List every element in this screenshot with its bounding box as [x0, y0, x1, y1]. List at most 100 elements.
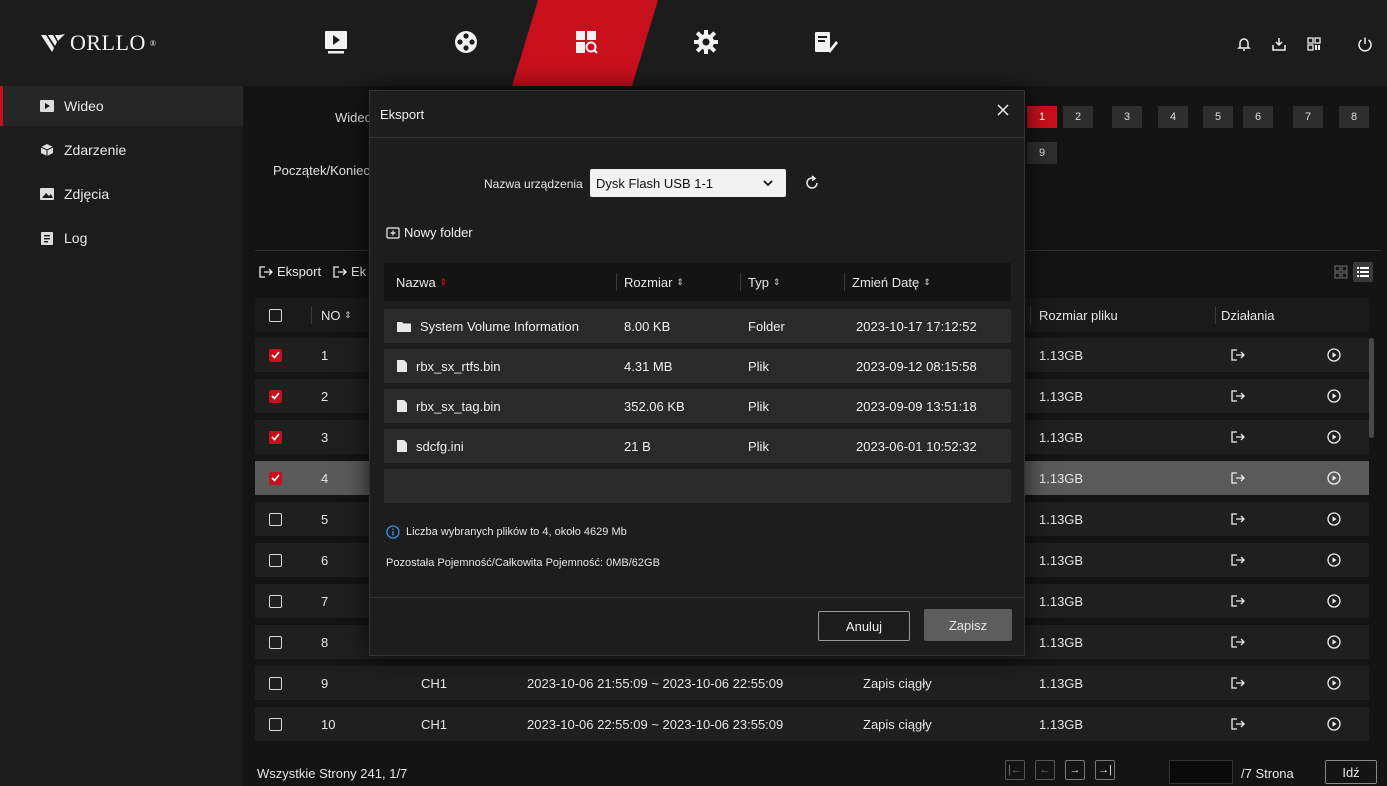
row-export-button[interactable]: [1231, 338, 1245, 372]
row-checkbox[interactable]: [269, 543, 282, 577]
row-checkbox[interactable]: [269, 338, 282, 372]
nav-reel-button[interactable]: [446, 22, 486, 62]
table-row[interactable]: 10 CH1 2023-10-06 22:55:09 ~ 2023-10-06 23…: [255, 707, 1369, 741]
row-play-button[interactable]: [1327, 543, 1341, 577]
play-circle-icon: [1327, 348, 1341, 362]
row-play-button[interactable]: [1327, 338, 1341, 372]
row-checkbox[interactable]: [269, 584, 282, 618]
file-date: 2023-10-17 17:12:52: [856, 318, 977, 334]
refresh-icon[interactable]: [804, 175, 820, 191]
row-export-button[interactable]: [1231, 584, 1245, 618]
row-checkbox[interactable]: [269, 625, 282, 659]
go-page-button[interactable]: Idź: [1325, 760, 1377, 784]
column-date-header[interactable]: Zmień Datę ⇕: [852, 263, 931, 301]
export-dialog: Eksport Nazwa urządzenia Dysk Flash USB …: [369, 90, 1025, 656]
header-no[interactable]: NO ⇕: [321, 298, 352, 332]
file-name-cell: sdcfg.ini: [396, 429, 464, 463]
column-divider: [844, 273, 845, 291]
table-scrollbar[interactable]: [1369, 338, 1374, 438]
row-play-button[interactable]: [1327, 584, 1341, 618]
file-row[interactable]: sdcfg.ini 21 B Plik 2023-06-01 10:52:32: [384, 429, 1011, 463]
row-play-button[interactable]: [1327, 666, 1341, 700]
export-button[interactable]: Eksport: [259, 264, 321, 279]
row-export-button[interactable]: [1231, 502, 1245, 536]
file-name-cell: rbx_sx_rtfs.bin: [396, 349, 501, 383]
save-button[interactable]: Zapisz: [924, 609, 1012, 641]
channel-button-5[interactable]: 5: [1203, 106, 1233, 128]
file-date: 2023-06-01 10:52:32: [856, 438, 977, 454]
nav-playback-button[interactable]: [316, 22, 356, 62]
next-page-button[interactable]: →: [1065, 760, 1085, 780]
new-folder-button[interactable]: Nowy folder: [386, 225, 473, 240]
channel-button-3[interactable]: 3: [1112, 106, 1142, 128]
prev-page-button[interactable]: ←: [1035, 760, 1055, 780]
row-export-button[interactable]: [1231, 379, 1245, 413]
grid-view-button[interactable]: [1331, 262, 1351, 282]
row-play-button[interactable]: [1327, 707, 1341, 741]
device-select[interactable]: Dysk Flash USB 1-1: [590, 169, 786, 197]
sidebar-item-zdarzenie[interactable]: Zdarzenie: [0, 130, 243, 170]
export-icon: [1231, 513, 1245, 525]
brand-name: ORLLO: [70, 30, 146, 55]
row-play-button[interactable]: [1327, 625, 1341, 659]
column-type-header[interactable]: Typ ⇕: [748, 263, 781, 301]
export-all-button[interactable]: Ek: [333, 264, 366, 279]
row-play-button[interactable]: [1327, 379, 1341, 413]
row-play-button[interactable]: [1327, 420, 1341, 454]
row-file-size: 1.13GB: [1039, 716, 1084, 732]
channel-button-2[interactable]: 2: [1063, 106, 1093, 128]
channel-button-1[interactable]: 1: [1027, 106, 1057, 128]
page-number-input[interactable]: [1169, 760, 1233, 784]
sidebar-item-zdjecia[interactable]: Zdjęcia: [0, 174, 243, 214]
select-all-checkbox[interactable]: [269, 298, 282, 332]
channel-button-8[interactable]: 8: [1339, 106, 1369, 128]
row-checkbox[interactable]: [269, 502, 282, 536]
row-checkbox[interactable]: [269, 461, 282, 495]
sidebar-item-log[interactable]: Log: [0, 218, 243, 258]
nav-maintenance-button[interactable]: [806, 22, 846, 62]
file-row[interactable]: System Volume Information 8.00 KB Folder 20…: [384, 309, 1011, 343]
row-checkbox[interactable]: [269, 666, 282, 700]
channel-button-7[interactable]: 7: [1293, 106, 1323, 128]
row-export-button[interactable]: [1231, 707, 1245, 741]
last-page-button[interactable]: →|: [1095, 760, 1115, 780]
column-name-label: Nazwa: [396, 274, 436, 290]
row-export-button[interactable]: [1231, 666, 1245, 700]
close-button[interactable]: [994, 101, 1012, 119]
list-view-button[interactable]: [1353, 262, 1373, 282]
row-checkbox[interactable]: [269, 707, 282, 741]
sidebar-item-wideo[interactable]: Wideo: [0, 86, 243, 126]
table-row[interactable]: 9 CH1 2023-10-06 21:55:09 ~ 2023-10-06 22:…: [255, 666, 1369, 700]
column-size-header[interactable]: Rozmiar ⇕: [624, 263, 684, 301]
channel-button-9[interactable]: 9: [1027, 142, 1057, 164]
checkbox-checked: [269, 430, 282, 444]
layout-button[interactable]: [1303, 33, 1325, 55]
channel-button-6[interactable]: 6: [1243, 106, 1273, 128]
play-circle-icon: [1327, 676, 1341, 690]
file-size: 21 B: [624, 438, 651, 454]
cancel-button[interactable]: Anuluj: [818, 611, 910, 641]
file-row[interactable]: rbx_sx_tag.bin 352.06 KB Plik 2023-09-09 13…: [384, 389, 1011, 423]
channel-button-4[interactable]: 4: [1158, 106, 1188, 128]
row-export-button[interactable]: [1231, 420, 1245, 454]
row-export-button[interactable]: [1231, 461, 1245, 495]
column-name-header[interactable]: Nazwa ⇕: [396, 263, 447, 301]
row-export-button[interactable]: [1231, 625, 1245, 659]
first-page-button[interactable]: |←: [1005, 760, 1025, 780]
row-play-button[interactable]: [1327, 461, 1341, 495]
nav-settings-button[interactable]: [686, 22, 726, 62]
row-file-size: 1.13GB: [1039, 470, 1084, 486]
row-checkbox[interactable]: [269, 420, 282, 454]
selection-info-text: Liczba wybranych plików to 4, około 4629…: [406, 526, 627, 538]
notification-button[interactable]: [1233, 33, 1255, 55]
row-checkbox[interactable]: [269, 379, 282, 413]
file-row[interactable]: rbx_sx_rtfs.bin 4.31 MB Plik 2023-09-12 08:…: [384, 349, 1011, 383]
row-export-button[interactable]: [1231, 543, 1245, 577]
download-button[interactable]: [1268, 33, 1290, 55]
file-name-cell: rbx_sx_tag.bin: [396, 389, 501, 423]
power-button[interactable]: [1354, 33, 1376, 55]
page-total-label: /7 Strona: [1241, 766, 1294, 781]
nav-search-button[interactable]: [566, 22, 606, 62]
row-number: 10: [321, 716, 336, 732]
row-play-button[interactable]: [1327, 502, 1341, 536]
